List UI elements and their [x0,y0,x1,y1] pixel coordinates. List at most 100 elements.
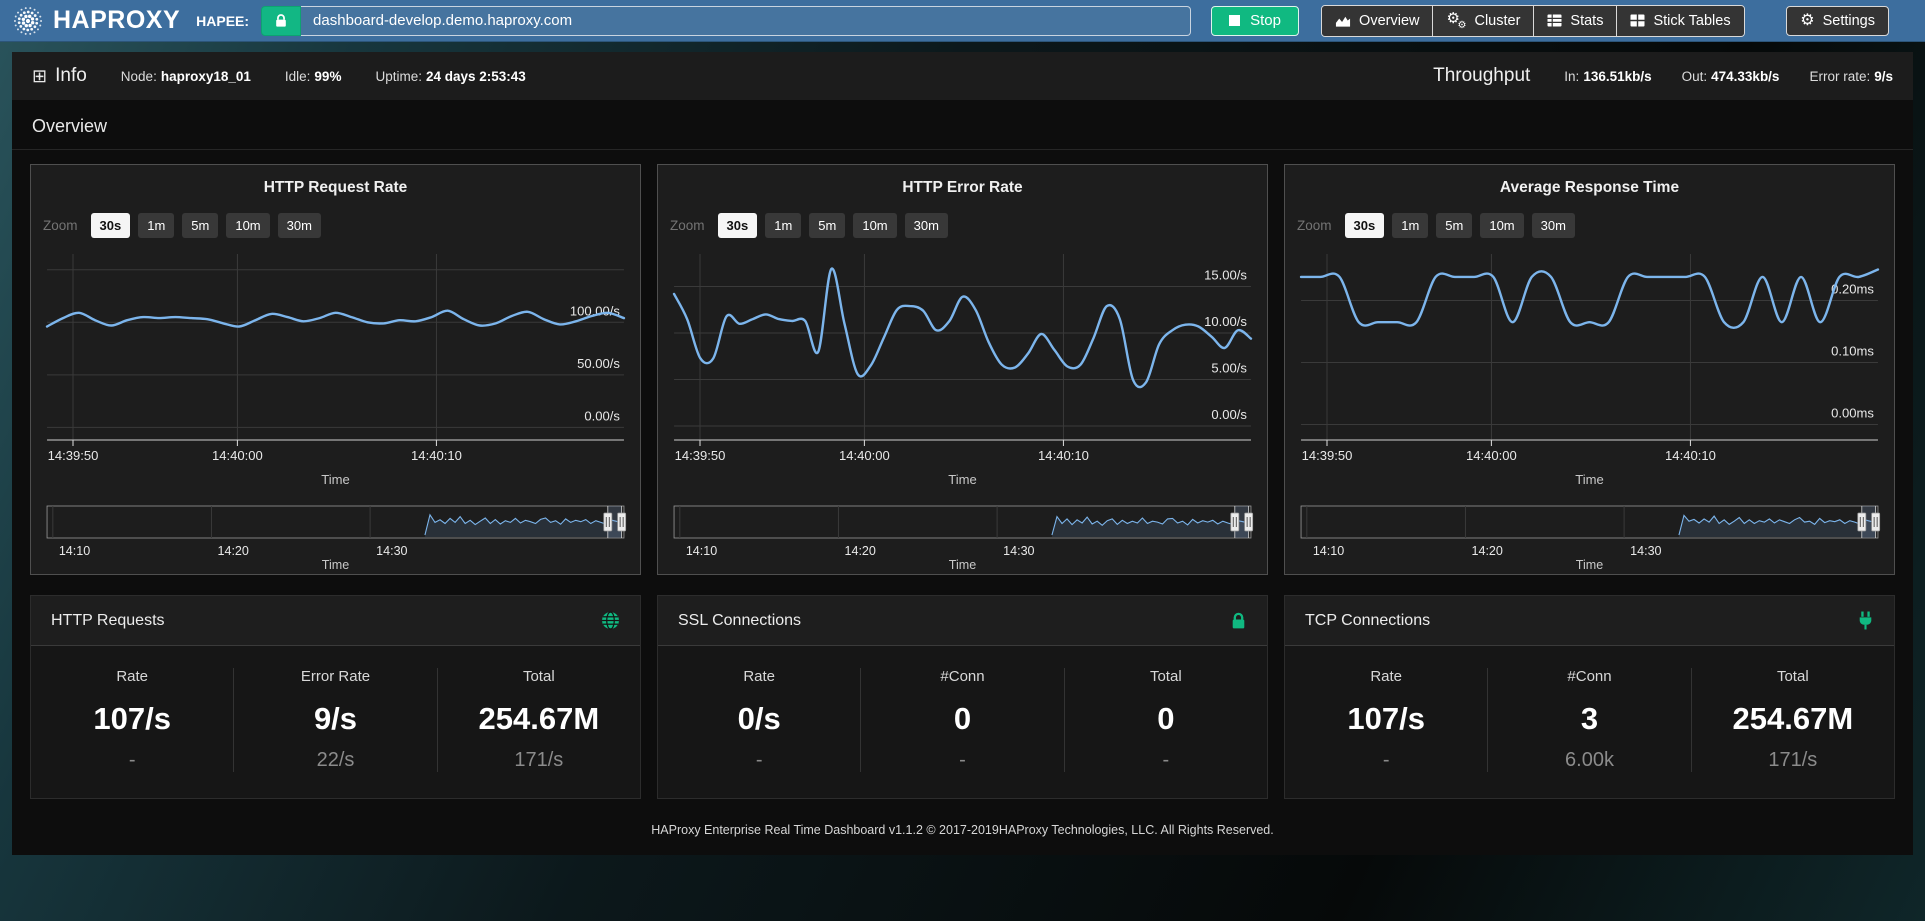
zoom-10m-button[interactable]: 10m [226,213,269,238]
zoom-30m-button[interactable]: 30m [278,213,321,238]
nav-cluster-button[interactable]: ⚙⚙ Cluster [1432,6,1533,36]
zoom-10m-button[interactable]: 10m [1480,213,1523,238]
navigator-axis-title: Time [322,558,349,572]
url-input[interactable] [301,6,1191,36]
main-chart-svg[interactable]: 0.00/s50.00/s100.00/s14:39:5014:40:0014:… [39,242,632,500]
zoom-5m-button[interactable]: 5m [1436,213,1472,238]
zoom-30m-button[interactable]: 30m [905,213,948,238]
x-axis-title: Time [1575,472,1604,487]
topbar: HAPROXY HAPEE: Stop Overview ⚙⚙ Cluster [0,0,1925,42]
x-axis-label: 14:40:00 [839,448,890,463]
zoom-label: Zoom [1297,218,1332,233]
chart-title: Average Response Time [1293,179,1886,197]
stop-button[interactable]: Stop [1211,6,1299,36]
chart-panel-average-response-time: Average Response Time Zoom30s1m5m10m30m … [1284,164,1895,575]
navigator-svg[interactable]: 14:1014:2014:30Time [39,502,632,572]
zoom-5m-button[interactable]: 5m [809,213,845,238]
expand-icon: ⊞ [32,67,47,85]
zoom-1m-button[interactable]: 1m [1392,213,1428,238]
area-chart-icon [1335,14,1351,28]
zoom-1m-button[interactable]: 1m [765,213,801,238]
navigator-svg[interactable]: 14:1014:2014:30Time [1293,502,1886,572]
navigator-handle[interactable] [1245,513,1253,531]
throughput-out: Out:474.33kb/s [1682,69,1780,84]
idle-stat: Idle:99% [285,69,342,84]
zoom-label: Zoom [670,218,705,233]
nav-stats-label: Stats [1570,13,1603,29]
x-axis-label: 14:39:50 [1302,448,1353,463]
navigator-handle[interactable] [1231,513,1239,531]
main-chart-svg[interactable]: 0.00ms0.10ms0.20ms14:39:5014:40:0014:40:… [1293,242,1886,500]
y-axis-label: 50.00/s [577,356,620,371]
gears-icon: ⚙⚙ [1446,12,1466,29]
navigator-axis-label: 14:30 [1003,544,1034,558]
nav-stick-tables-button[interactable]: Stick Tables [1616,6,1743,36]
zoom-5m-button[interactable]: 5m [182,213,218,238]
stat-column: Rate 0/s - [658,668,860,772]
navigator-handle[interactable] [618,513,626,531]
main-content: ⊞ Info Node:haproxy18_01 Idle:99% Uptime… [12,52,1913,855]
x-axis-label: 14:39:50 [48,448,99,463]
nav-stats-button[interactable]: Stats [1533,6,1616,36]
url-lock-button[interactable] [261,6,301,36]
navigator-axis-label: 14:10 [1313,544,1344,558]
overview-section-header: Overview [12,100,1913,150]
navigator-axis-label: 14:30 [1630,544,1661,558]
nav-stick-tables-label: Stick Tables [1653,13,1730,29]
globe-icon [601,611,620,630]
navigator-axis-label: 14:30 [376,544,407,558]
navigator-axis-title: Time [1576,558,1603,572]
stat-column: Rate 107/s - [1285,668,1487,772]
x-axis-label: 14:40:10 [1665,448,1716,463]
navigator-handle[interactable] [1872,513,1880,531]
settings-button[interactable]: ⚙ Settings [1786,6,1889,36]
y-axis-label: 0.00/s [584,408,620,423]
haproxy-logo-icon [10,3,46,39]
zoom-30s-button[interactable]: 30s [718,213,758,238]
grid-icon [1630,14,1645,27]
main-chart-svg[interactable]: 0.00/s5.00/s10.00/s15.00/s14:39:5014:40:… [666,242,1259,500]
zoom-1m-button[interactable]: 1m [138,213,174,238]
y-axis-label: 15.00/s [1204,268,1247,283]
y-axis-label: 0.20ms [1831,282,1874,297]
zoom-controls: Zoom 30s 1m 5m 10m 30m [670,213,1259,238]
navigator-axis-title: Time [949,558,976,572]
x-axis-title: Time [948,472,977,487]
stat-column: Total 0 - [1064,668,1267,772]
stat-column: Total 254.67M 171/s [437,668,640,772]
navigator-axis-label: 14:10 [59,544,90,558]
haproxy-brand: HAPROXY [10,3,180,39]
throughput-title: Throughput [1433,65,1530,87]
nav-overview-button[interactable]: Overview [1322,6,1432,36]
info-toggle[interactable]: ⊞ Info [32,65,87,87]
zoom-30s-button[interactable]: 30s [91,213,131,238]
throughput-in: In:136.51kb/s [1564,69,1651,84]
ssl-connections-card: SSL Connections Rate 0/s - #Conn 0 - [657,595,1268,799]
section-title: Overview [32,116,1893,137]
table-icon [1547,14,1562,27]
chart-panel-http-request-rate: HTTP Request Rate Zoom30s1m5m10m30m 0.00… [30,164,641,575]
x-axis-label: 14:40:10 [1038,448,1089,463]
x-axis-label: 14:40:00 [1466,448,1517,463]
info-label: Info [55,65,87,87]
navigator-svg[interactable]: 14:1014:2014:30Time [666,502,1259,572]
y-axis-label: 0.00ms [1831,406,1874,421]
info-bar: ⊞ Info Node:haproxy18_01 Idle:99% Uptime… [12,52,1913,100]
http-requests-card: HTTP Requests Rate 107/s - Error Rate [30,595,641,799]
zoom-controls: Zoom30s1m5m10m30m [43,213,632,238]
zoom-10m-button[interactable]: 10m [853,213,896,238]
lock-icon [274,12,288,29]
card-header: HTTP Requests [31,596,640,646]
stat-column: Rate 107/s - [31,668,233,772]
navigator-handle[interactable] [604,513,612,531]
brand-name: HAPROXY [53,6,180,35]
stop-label: Stop [1250,12,1281,29]
nav-overview-label: Overview [1359,13,1419,29]
series-line [1301,270,1878,328]
navigator-axis-label: 14:20 [844,544,875,558]
zoom-30m-button[interactable]: 30m [1532,213,1575,238]
x-axis-label: 14:39:50 [675,448,726,463]
card-body: Rate 0/s - #Conn 0 - Total 0 - [658,646,1267,798]
zoom-30s-button[interactable]: 30s [1345,213,1385,238]
navigator-handle[interactable] [1858,513,1866,531]
